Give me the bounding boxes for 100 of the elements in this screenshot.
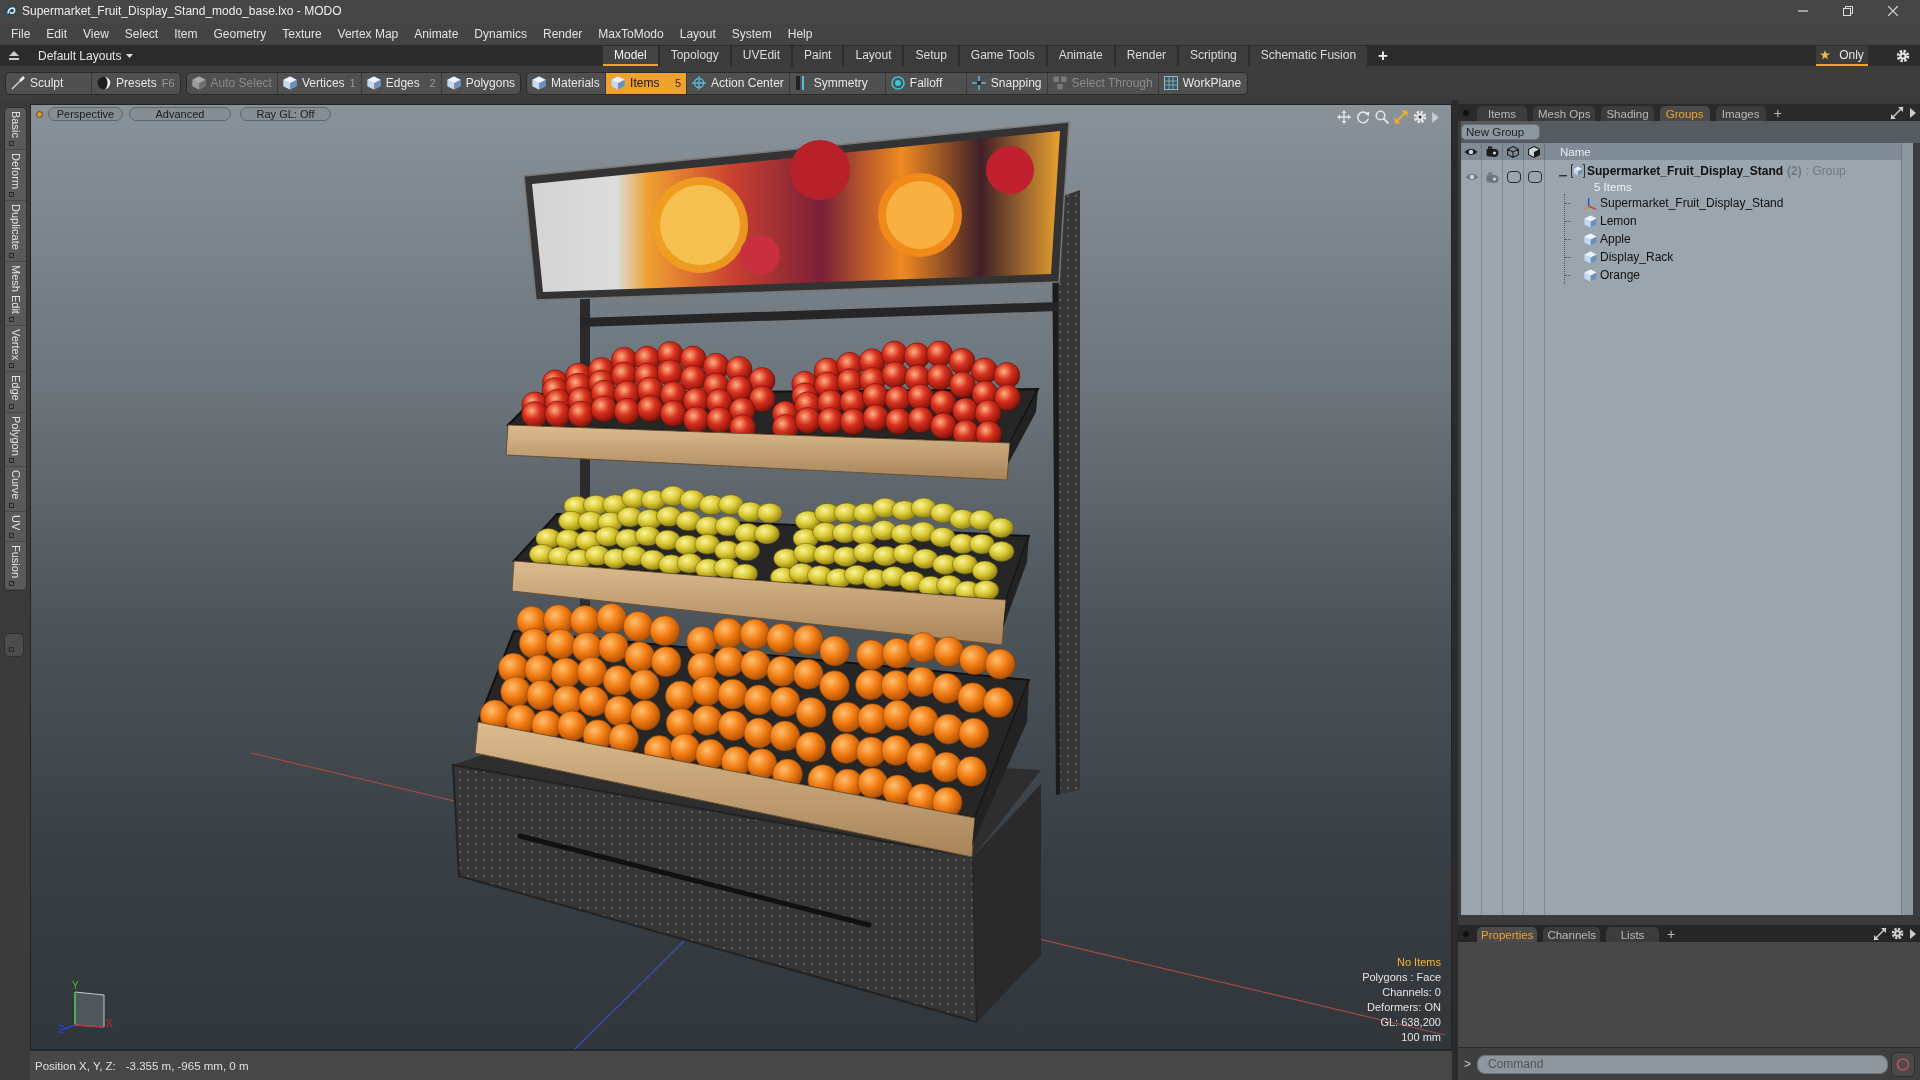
- tool-button[interactable]: Polygons: [441, 72, 521, 94]
- panel-tab[interactable]: Groups: [1659, 106, 1710, 121]
- item-name[interactable]: Display_Rack: [1600, 250, 1674, 264]
- new-group-button[interactable]: New Group: [1461, 124, 1540, 140]
- item-name[interactable]: Supermarket_Fruit_Display_Stand: [1600, 196, 1784, 210]
- rounded-square-icon[interactable]: [1527, 171, 1542, 183]
- menu-item[interactable]: Dynamics: [466, 24, 535, 43]
- layout-tab[interactable]: Model: [603, 46, 658, 66]
- cube-icon: [1584, 214, 1597, 228]
- layout-tab[interactable]: Animate: [1047, 46, 1114, 66]
- menu-item[interactable]: File: [3, 24, 39, 43]
- layout-tab[interactable]: Setup: [904, 46, 958, 66]
- expand-icon[interactable]: [1890, 105, 1904, 120]
- panel-tab[interactable]: Channels: [1543, 927, 1600, 942]
- viewport-option-button[interactable]: Ray GL: Off: [240, 107, 331, 121]
- close-icon[interactable]: [1888, 6, 1898, 16]
- side-tab[interactable]: Polygon: [5, 412, 26, 468]
- tool-button[interactable]: Sculpt: [6, 72, 92, 94]
- group-name[interactable]: Supermarket_Fruit_Display_Stand: [1587, 164, 1784, 178]
- menu-item[interactable]: Animate: [406, 24, 467, 43]
- scrollbar[interactable]: [1901, 143, 1913, 915]
- ring-icon: [890, 76, 905, 90]
- layout-tab[interactable]: Game Tools: [959, 46, 1046, 66]
- panel-tab[interactable]: Shading: [1601, 106, 1654, 121]
- panel-tab[interactable]: Images: [1715, 106, 1766, 121]
- arrow-up-icon[interactable]: [9, 51, 19, 60]
- side-tab[interactable]: UV: [5, 511, 26, 543]
- menu-item[interactable]: Layout: [671, 24, 724, 43]
- side-tab[interactable]: Mesh Edit: [5, 261, 26, 326]
- tool-button[interactable]: Vertices 1: [277, 72, 362, 94]
- menu-item[interactable]: Vertex Map: [329, 24, 407, 43]
- tool-button[interactable]: Presets F6: [92, 72, 180, 94]
- layout-tab[interactable]: Paint: [793, 46, 843, 66]
- viewport-option-button[interactable]: Advanced: [129, 107, 231, 121]
- side-tab[interactable]: Vertex: [5, 325, 26, 372]
- rounded-square-icon[interactable]: [1506, 171, 1521, 183]
- restore-icon[interactable]: [1843, 6, 1853, 16]
- tool-button[interactable]: Edges 2: [361, 72, 442, 94]
- arrow-right-icon[interactable]: [1910, 928, 1916, 939]
- menu-item[interactable]: Select: [116, 24, 167, 43]
- settings-icon[interactable]: [1896, 48, 1910, 63]
- side-tab[interactable]: Curve: [5, 467, 26, 512]
- settings-icon[interactable]: [1891, 927, 1904, 940]
- menu-item[interactable]: Geometry: [205, 24, 275, 43]
- viewport-option-button[interactable]: Perspective: [48, 107, 123, 121]
- move-icon[interactable]: [1337, 110, 1351, 124]
- arrow-right-icon[interactable]: [1910, 107, 1916, 118]
- layout-tab[interactable]: Schematic Fusion: [1249, 46, 1368, 66]
- panel-tab[interactable]: Properties: [1477, 927, 1538, 942]
- expand-icon[interactable]: [1873, 926, 1887, 941]
- tab-marker-icon: [9, 647, 14, 653]
- command-field[interactable]: Command: [1477, 1054, 1888, 1074]
- layouts-dropdown[interactable]: Default Layouts: [38, 48, 134, 63]
- item-name[interactable]: Apple: [1600, 232, 1631, 246]
- axis-label: X: [106, 1018, 113, 1029]
- panel-tab[interactable]: Items: [1477, 106, 1527, 121]
- layout-tab[interactable]: Topology: [659, 46, 730, 66]
- side-tab[interactable]: Edge: [5, 371, 26, 413]
- add-tab-button[interactable]: +: [1369, 45, 1398, 66]
- item-name[interactable]: Orange: [1600, 268, 1641, 282]
- side-tab[interactable]: Basic: [5, 108, 26, 150]
- menu-item[interactable]: View: [75, 24, 117, 43]
- shortcut-label: 1: [349, 77, 356, 89]
- search-icon[interactable]: [1375, 110, 1389, 124]
- minus-icon[interactable]: [1559, 175, 1567, 177]
- tool-button[interactable]: Items 5: [606, 72, 688, 94]
- rotate-icon[interactable]: [1356, 110, 1370, 124]
- menu-item[interactable]: System: [723, 24, 780, 43]
- side-tab[interactable]: Deform: [5, 149, 26, 201]
- viewport-dot-icon[interactable]: [36, 110, 43, 118]
- layout-tab[interactable]: Scripting: [1179, 46, 1248, 66]
- panel-tab[interactable]: Mesh Ops: [1533, 106, 1596, 121]
- add-tab-button[interactable]: +: [1665, 925, 1678, 942]
- eye-icon[interactable]: [1464, 146, 1478, 157]
- side-tab[interactable]: Duplicate: [5, 200, 26, 262]
- record-icon[interactable]: [1891, 1051, 1915, 1077]
- tool-button[interactable]: Action Center: [687, 72, 790, 94]
- add-tab-button[interactable]: +: [1771, 104, 1784, 121]
- cube-icon[interactable]: [1528, 145, 1540, 158]
- layout-tab[interactable]: Render: [1115, 46, 1178, 66]
- menu-item[interactable]: Item: [166, 24, 206, 43]
- menu-item[interactable]: Edit: [38, 24, 76, 43]
- menu-item[interactable]: Help: [779, 24, 821, 43]
- menu-item[interactable]: Texture: [274, 24, 330, 43]
- layout-tab[interactable]: Layout: [844, 46, 903, 66]
- tool-button[interactable]: Falloff: [885, 72, 967, 94]
- panel-tab[interactable]: Lists: [1606, 927, 1659, 942]
- tab-marker-icon: [9, 252, 14, 258]
- camera-icon[interactable]: [1485, 146, 1499, 157]
- menu-item[interactable]: MaxToModo: [590, 24, 672, 43]
- menu-item[interactable]: Render: [535, 24, 591, 43]
- only-toggle[interactable]: Only: [1816, 46, 1868, 66]
- tool-button[interactable]: Snapping: [966, 72, 1048, 94]
- layout-tab[interactable]: UVEdit: [731, 46, 792, 66]
- tool-button[interactable]: Symmetry: [789, 72, 886, 94]
- axis-label: Y: [72, 980, 79, 991]
- tool-button[interactable]: WorkPlane: [1158, 72, 1247, 94]
- side-tab[interactable]: Fusion: [5, 542, 26, 591]
- item-name[interactable]: Lemon: [1600, 214, 1637, 228]
- cube-outline-icon[interactable]: [1507, 145, 1519, 158]
